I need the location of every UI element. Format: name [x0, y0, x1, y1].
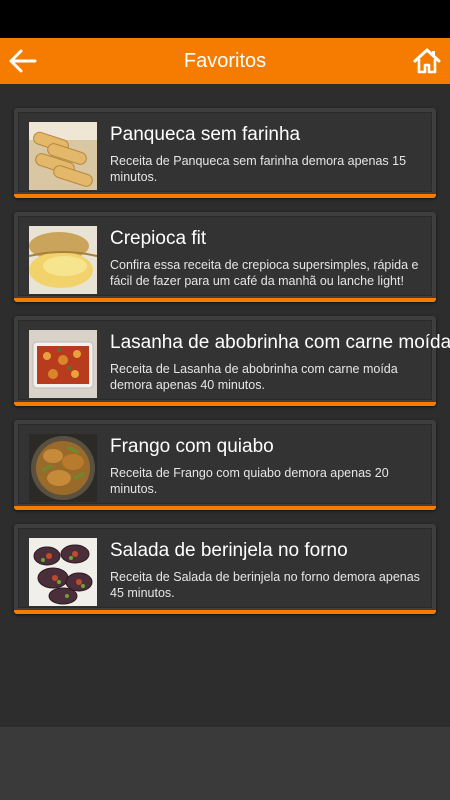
recipe-card[interactable]: Crepioca fit Confira essa receita de cre… [14, 212, 436, 302]
recipe-description: Confira essa receita de crepioca supersi… [110, 258, 419, 288]
card-accent [14, 506, 436, 510]
arrow-left-icon [9, 49, 37, 73]
recipe-card[interactable]: Lasanha de abobrinha com carne moída Rec… [14, 316, 450, 406]
recipe-thumbnail [29, 226, 97, 294]
recipe-description: Receita de Lasanha de abobrinha com carn… [110, 362, 398, 392]
card-body: Lasanha de abobrinha com carne moída Rec… [18, 320, 450, 400]
home-button[interactable] [412, 46, 442, 76]
card-body: Panqueca sem farinha Receita de Panqueca… [18, 112, 432, 192]
recipe-title: Salada de berinjela no forno [110, 540, 348, 561]
bottom-area [0, 727, 450, 800]
status-bar [0, 0, 450, 38]
recipe-title: Lasanha de abobrinha com carne moída [110, 332, 450, 353]
recipe-title: Crepioca fit [110, 228, 207, 249]
card-body: Salada de berinjela no forno Receita de … [18, 528, 432, 608]
favorites-list: Panqueca sem farinha Receita de Panqueca… [14, 108, 450, 628]
card-accent [14, 194, 436, 198]
app-bar: Favoritos [0, 38, 450, 84]
recipe-card[interactable]: Salada de berinjela no forno Receita de … [14, 524, 436, 614]
page-title: Favoritos [183, 49, 267, 72]
recipe-thumbnail [29, 434, 97, 502]
home-icon [413, 48, 441, 74]
recipe-thumbnail [29, 538, 97, 606]
card-body: Crepioca fit Confira essa receita de cre… [18, 216, 432, 296]
recipe-description: Receita de Salada de berinjela no forno … [110, 570, 420, 600]
recipe-card[interactable]: Panqueca sem farinha Receita de Panqueca… [14, 108, 436, 198]
recipe-title: Frango com quiabo [110, 436, 274, 457]
recipe-card[interactable]: Frango com quiabo Receita de Frango com … [14, 420, 436, 510]
recipe-thumbnail [29, 122, 97, 190]
back-button[interactable] [6, 46, 38, 76]
card-body: Frango com quiabo Receita de Frango com … [18, 424, 432, 504]
recipe-thumbnail [29, 330, 97, 398]
card-accent [14, 402, 436, 406]
card-accent [14, 298, 436, 302]
card-accent [14, 610, 436, 614]
recipe-description: Receita de Panqueca sem farinha demora a… [110, 154, 407, 184]
recipe-title: Panqueca sem farinha [110, 124, 301, 145]
recipe-description: Receita de Frango com quiabo demora apen… [110, 466, 389, 496]
